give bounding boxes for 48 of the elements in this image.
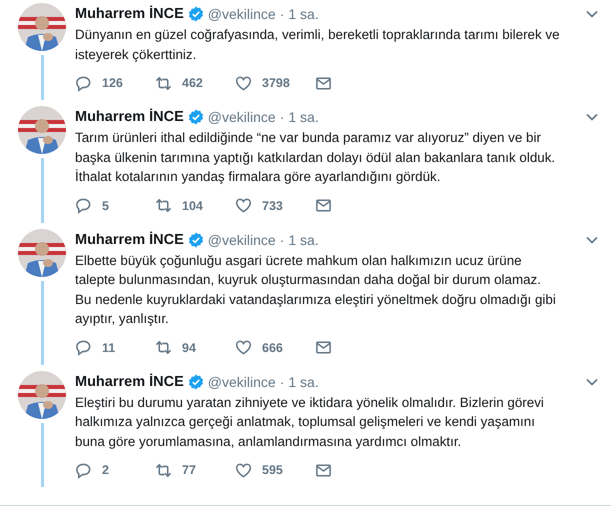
retweet-icon[interactable] [155,74,172,92]
heart-icon[interactable] [235,74,252,92]
reply-count: 2 [102,463,109,477]
timestamp[interactable]: 1 sa. [288,232,319,248]
reply-count: 5 [102,198,109,212]
mail-icon[interactable] [315,462,332,478]
author-name[interactable]: Muharrem İNCE [75,109,184,125]
author-name[interactable]: Muharrem İNCE [75,232,184,248]
like-count: 3798 [262,76,290,90]
reply-icon[interactable] [75,74,92,92]
user-handle[interactable]: @vekilince [208,232,276,248]
reply-count: 126 [102,76,123,90]
timestamp[interactable]: 1 sa. [288,109,319,125]
retweet-count: 77 [182,463,196,477]
reply-count: 11 [102,340,116,354]
timestamp[interactable]: 1 sa. [288,6,319,22]
retweet-icon[interactable] [155,339,172,356]
reply-icon[interactable] [75,339,92,356]
user-handle[interactable]: @vekilince [208,374,276,390]
heart-icon[interactable] [235,462,252,478]
separator: · [280,374,284,390]
author-name[interactable]: Muharrem İNCE [75,374,184,390]
like-count: 595 [262,463,283,477]
like-count: 733 [262,198,283,212]
mail-icon[interactable] [315,339,332,356]
tweet-text: Eleştiri bu durumu yaratan zihniyete ve iktidara yönelik olmalıdır. Bizlerin görevi halkımıza yalnızca gerçeği anlatmak, toplumsal gelişmeleri ve kendi yaşamını buna göre yorumlamasına, anlamlandırmasına yardımcı olmaktır. [75,394,545,451]
heart-icon[interactable] [235,197,252,214]
tweet-text: Elbette büyük çoğunluğu asgari ücrete mahkum olan halkımızın ucuz ürüne talepte bulunmasından, kuyruk oluşturmasından daha doğal bir durum olamaz. Bu nedenle kuyruklardaki vatandaşlarımıza eleştiri yöneltmek doğru olmadığı gibi ayıptır, yanlıştır. [75,252,557,328]
retweet-count: 94 [182,340,196,354]
user-handle[interactable]: @vekilince [208,109,276,125]
tweet-text: Tarım ürünleri ithal edildiğinde “ne var bunda paramız var alıyoruz” diyen ve bir başka ülkenin tarımına yaptığı katkılardan dolayı ödül alan bakanlara tanık olduk. İthalat kotalarının yandaş firmalara göre ayarlandığını gördük. [75,129,556,186]
retweet-icon[interactable] [155,462,172,478]
author-name[interactable]: Muharrem İNCE [75,6,184,22]
reply-icon[interactable] [75,462,92,478]
retweet-count: 104 [182,198,203,212]
tweet-text: Dünyanın en güzel coğrafyasında, verimli, bereketli topraklarında tarımı bilerek ve isteyerek çökerttiniz. [75,26,561,64]
user-handle[interactable]: @vekilince [208,6,276,22]
retweet-count: 462 [182,76,203,90]
separator: · [280,109,284,125]
heart-icon[interactable] [235,339,252,356]
mail-icon[interactable] [315,74,332,92]
timestamp[interactable]: 1 sa. [288,374,319,390]
separator: · [280,232,284,248]
separator: · [280,6,284,22]
retweet-icon[interactable] [155,197,172,214]
like-count: 666 [262,340,283,354]
mail-icon[interactable] [315,197,332,214]
reply-icon[interactable] [75,197,92,214]
